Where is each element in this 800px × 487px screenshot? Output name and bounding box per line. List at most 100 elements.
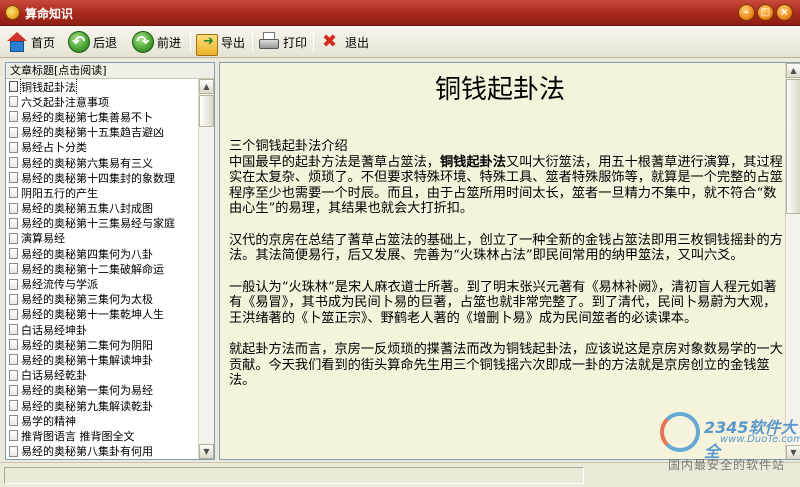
document-icon bbox=[9, 187, 18, 199]
article-list-item[interactable]: 易经流传与学派 bbox=[6, 276, 199, 291]
minimize-button[interactable]: – bbox=[738, 4, 755, 21]
article-list-item[interactable]: 易经的奥秘第七集善易不卜 bbox=[6, 109, 199, 124]
back-button[interactable]: 后退 bbox=[68, 29, 117, 55]
document-icon bbox=[9, 126, 18, 138]
document-icon bbox=[9, 248, 18, 260]
article-list-item[interactable]: 易经的奥秘第十集解读坤卦 bbox=[6, 352, 199, 367]
article-list-item-label: 演算易经 bbox=[21, 232, 65, 246]
article-body: 三个铜钱起卦法介绍 中国最早的起卦方法是蓍草占筮法，铜钱起卦法又叫大衍筮法，用五… bbox=[229, 139, 784, 405]
article-list-item[interactable]: 易经的奥秘第十四集封的象数理 bbox=[6, 170, 199, 185]
exit-x-icon bbox=[320, 31, 342, 53]
document-icon bbox=[9, 384, 18, 396]
print-button[interactable]: 打印 bbox=[258, 29, 307, 55]
article-list-item[interactable]: 白话易经坤卦 bbox=[6, 322, 199, 337]
article-list-item[interactable]: 阴阳五行的产生 bbox=[6, 185, 199, 200]
article-list-item[interactable]: 易经的奥秘第六集易有三义 bbox=[6, 155, 199, 170]
toolbar: 首页 后退 前进 导出 打印 退出 bbox=[0, 26, 800, 58]
article-list-item[interactable]: 白话易经乾卦 bbox=[6, 368, 199, 383]
back-arrow-icon bbox=[68, 31, 90, 53]
article-list-item-label: 易经的奥秘第一集何为易经 bbox=[21, 384, 153, 398]
article-list-item[interactable]: 易经的奥秘第十三集易经与家庭 bbox=[6, 216, 199, 231]
article-scrollbar[interactable]: ▲ ▼ bbox=[785, 63, 800, 459]
article-list-item-label: 易经流传与学派 bbox=[21, 278, 98, 292]
export-button[interactable]: 导出 bbox=[196, 29, 246, 56]
export-label: 导出 bbox=[221, 35, 246, 50]
article-list-item[interactable]: 六爻起卦注意事项 bbox=[6, 94, 199, 109]
article-list-item-label: 易经的奥秘第十五集趋吉避凶 bbox=[21, 126, 164, 140]
document-icon bbox=[9, 430, 18, 442]
article-list-item[interactable]: 易经的奥秘第二集何为阴阳 bbox=[6, 337, 199, 352]
home-button[interactable]: 首页 bbox=[6, 29, 55, 55]
article-paragraph: 中国最早的起卦方法是蓍草占筮法， bbox=[229, 154, 440, 170]
article-list-header: 文章标题[点击阅读] bbox=[6, 63, 214, 79]
watermark-logo-icon bbox=[660, 412, 700, 452]
scroll-up-arrow-icon[interactable]: ▲ bbox=[199, 79, 214, 94]
article-list-item-label: 易经的奥秘第八集卦有何用 bbox=[21, 445, 153, 459]
document-icon bbox=[9, 263, 18, 275]
article-list-item[interactable]: 演算易经 bbox=[6, 231, 199, 246]
forward-button[interactable]: 前进 bbox=[132, 29, 181, 55]
article-list-item[interactable]: 易经的奥秘第五集八封成图 bbox=[6, 201, 199, 216]
article-list-item[interactable]: 易经占卜分类 bbox=[6, 140, 199, 155]
article-list-item[interactable]: 易经的奥秘第十二集破解命运 bbox=[6, 261, 199, 276]
printer-icon bbox=[258, 31, 280, 53]
article-list-item[interactable]: 易经的奥秘第四集何为八卦 bbox=[6, 246, 199, 261]
article-list-item[interactable]: 易学的精神 bbox=[6, 413, 199, 428]
watermark-url: www.DuoTe.com bbox=[720, 434, 800, 445]
article-list-item[interactable]: 易经的奥秘第十五集趋吉避凶 bbox=[6, 125, 199, 140]
scroll-thumb[interactable] bbox=[786, 79, 800, 214]
exit-button[interactable]: 退出 bbox=[320, 29, 369, 55]
title-bar: 算命知识 – □ × bbox=[0, 0, 800, 26]
document-icon bbox=[9, 172, 18, 184]
article-list-item[interactable]: 易经的奥秘第九集解读乾卦 bbox=[6, 398, 199, 413]
exit-label: 退出 bbox=[345, 35, 370, 50]
toolbar-separator bbox=[313, 32, 314, 52]
article-list-item-label: 易经的奥秘第七集善易不卜 bbox=[21, 110, 153, 124]
document-icon bbox=[9, 96, 18, 108]
article-list-item-label: 易经的奥秘第十二集破解命运 bbox=[21, 262, 164, 276]
document-icon bbox=[9, 202, 18, 214]
scroll-thumb[interactable] bbox=[199, 95, 214, 127]
close-button[interactable]: × bbox=[776, 4, 793, 21]
document-icon bbox=[9, 369, 18, 381]
article-list-panel: 文章标题[点击阅读] 铜钱起卦法 六爻起卦注意事项 易经的奥秘第七集善易不卜 易经的奥… bbox=[5, 62, 215, 460]
scroll-up-arrow-icon[interactable]: ▲ bbox=[786, 63, 800, 78]
article-view: 铜钱起卦法 三个铜钱起卦法介绍 中国最早的起卦方法是蓍草占筮法，铜钱起卦法又叫大… bbox=[219, 62, 800, 460]
home-label: 首页 bbox=[31, 35, 56, 50]
article-list-item[interactable]: 易经的奥秘第十一集乾坤人生 bbox=[6, 307, 199, 322]
print-label: 打印 bbox=[283, 35, 308, 50]
article-list-item-label: 易经的奥秘第五集八封成图 bbox=[21, 202, 153, 216]
document-icon bbox=[9, 217, 18, 229]
article-list-item-label: 易经的奥秘第十一集乾坤人生 bbox=[21, 308, 164, 322]
forward-label: 前进 bbox=[157, 35, 182, 50]
home-icon bbox=[6, 31, 28, 53]
article-list[interactable]: 铜钱起卦法 六爻起卦注意事项 易经的奥秘第七集善易不卜 易经的奥秘第十五集趋吉避凶 易经… bbox=[6, 79, 199, 459]
article-list-item[interactable]: 推背图语言 推背图全文 bbox=[6, 428, 199, 443]
document-icon bbox=[9, 324, 18, 336]
document-icon bbox=[9, 232, 18, 244]
article-list-item-label: 易经的奥秘第二集何为阴阳 bbox=[21, 338, 153, 352]
export-folder-icon bbox=[196, 34, 218, 56]
article-list-item[interactable]: 铜钱起卦法 bbox=[6, 79, 199, 95]
article-list-item-label: 易经的奥秘第六集易有三义 bbox=[21, 156, 153, 170]
article-list-item[interactable]: 易经的奥秘第八集卦有何用 bbox=[6, 444, 199, 459]
window-title: 算命知识 bbox=[25, 7, 74, 21]
article-list-item-label: 易经的奥秘第九集解读乾卦 bbox=[21, 399, 153, 413]
maximize-button[interactable]: □ bbox=[757, 4, 774, 21]
article-list-item-label: 易学的精神 bbox=[21, 414, 76, 428]
document-icon bbox=[9, 339, 18, 351]
document-icon bbox=[9, 141, 18, 153]
article-list-scrollbar[interactable]: ▲ ▼ bbox=[198, 79, 214, 459]
article-list-item[interactable]: 易经的奥秘第一集何为易经 bbox=[6, 383, 199, 398]
app-coin-icon bbox=[5, 5, 20, 20]
scroll-down-arrow-icon[interactable]: ▼ bbox=[199, 444, 214, 459]
document-icon bbox=[9, 278, 18, 290]
article-paragraph: 三个铜钱起卦法介绍 bbox=[229, 139, 348, 154]
article-list-item-label: 推背图语言 推背图全文 bbox=[21, 429, 135, 443]
article-list-item-label: 易经的奥秘第三集何为太极 bbox=[21, 293, 153, 307]
article-paragraph: 一般认为“火珠林”是宋人麻衣道士所著。到了明末张兴元著有《易林补阙》，清初盲人程… bbox=[229, 279, 777, 326]
article-list-item-label: 白话易经乾卦 bbox=[21, 369, 87, 383]
article-list-item-label: 易经的奥秘第十三集易经与家庭 bbox=[21, 217, 175, 231]
article-list-item[interactable]: 易经的奥秘第三集何为太极 bbox=[6, 292, 199, 307]
document-icon bbox=[9, 308, 18, 320]
